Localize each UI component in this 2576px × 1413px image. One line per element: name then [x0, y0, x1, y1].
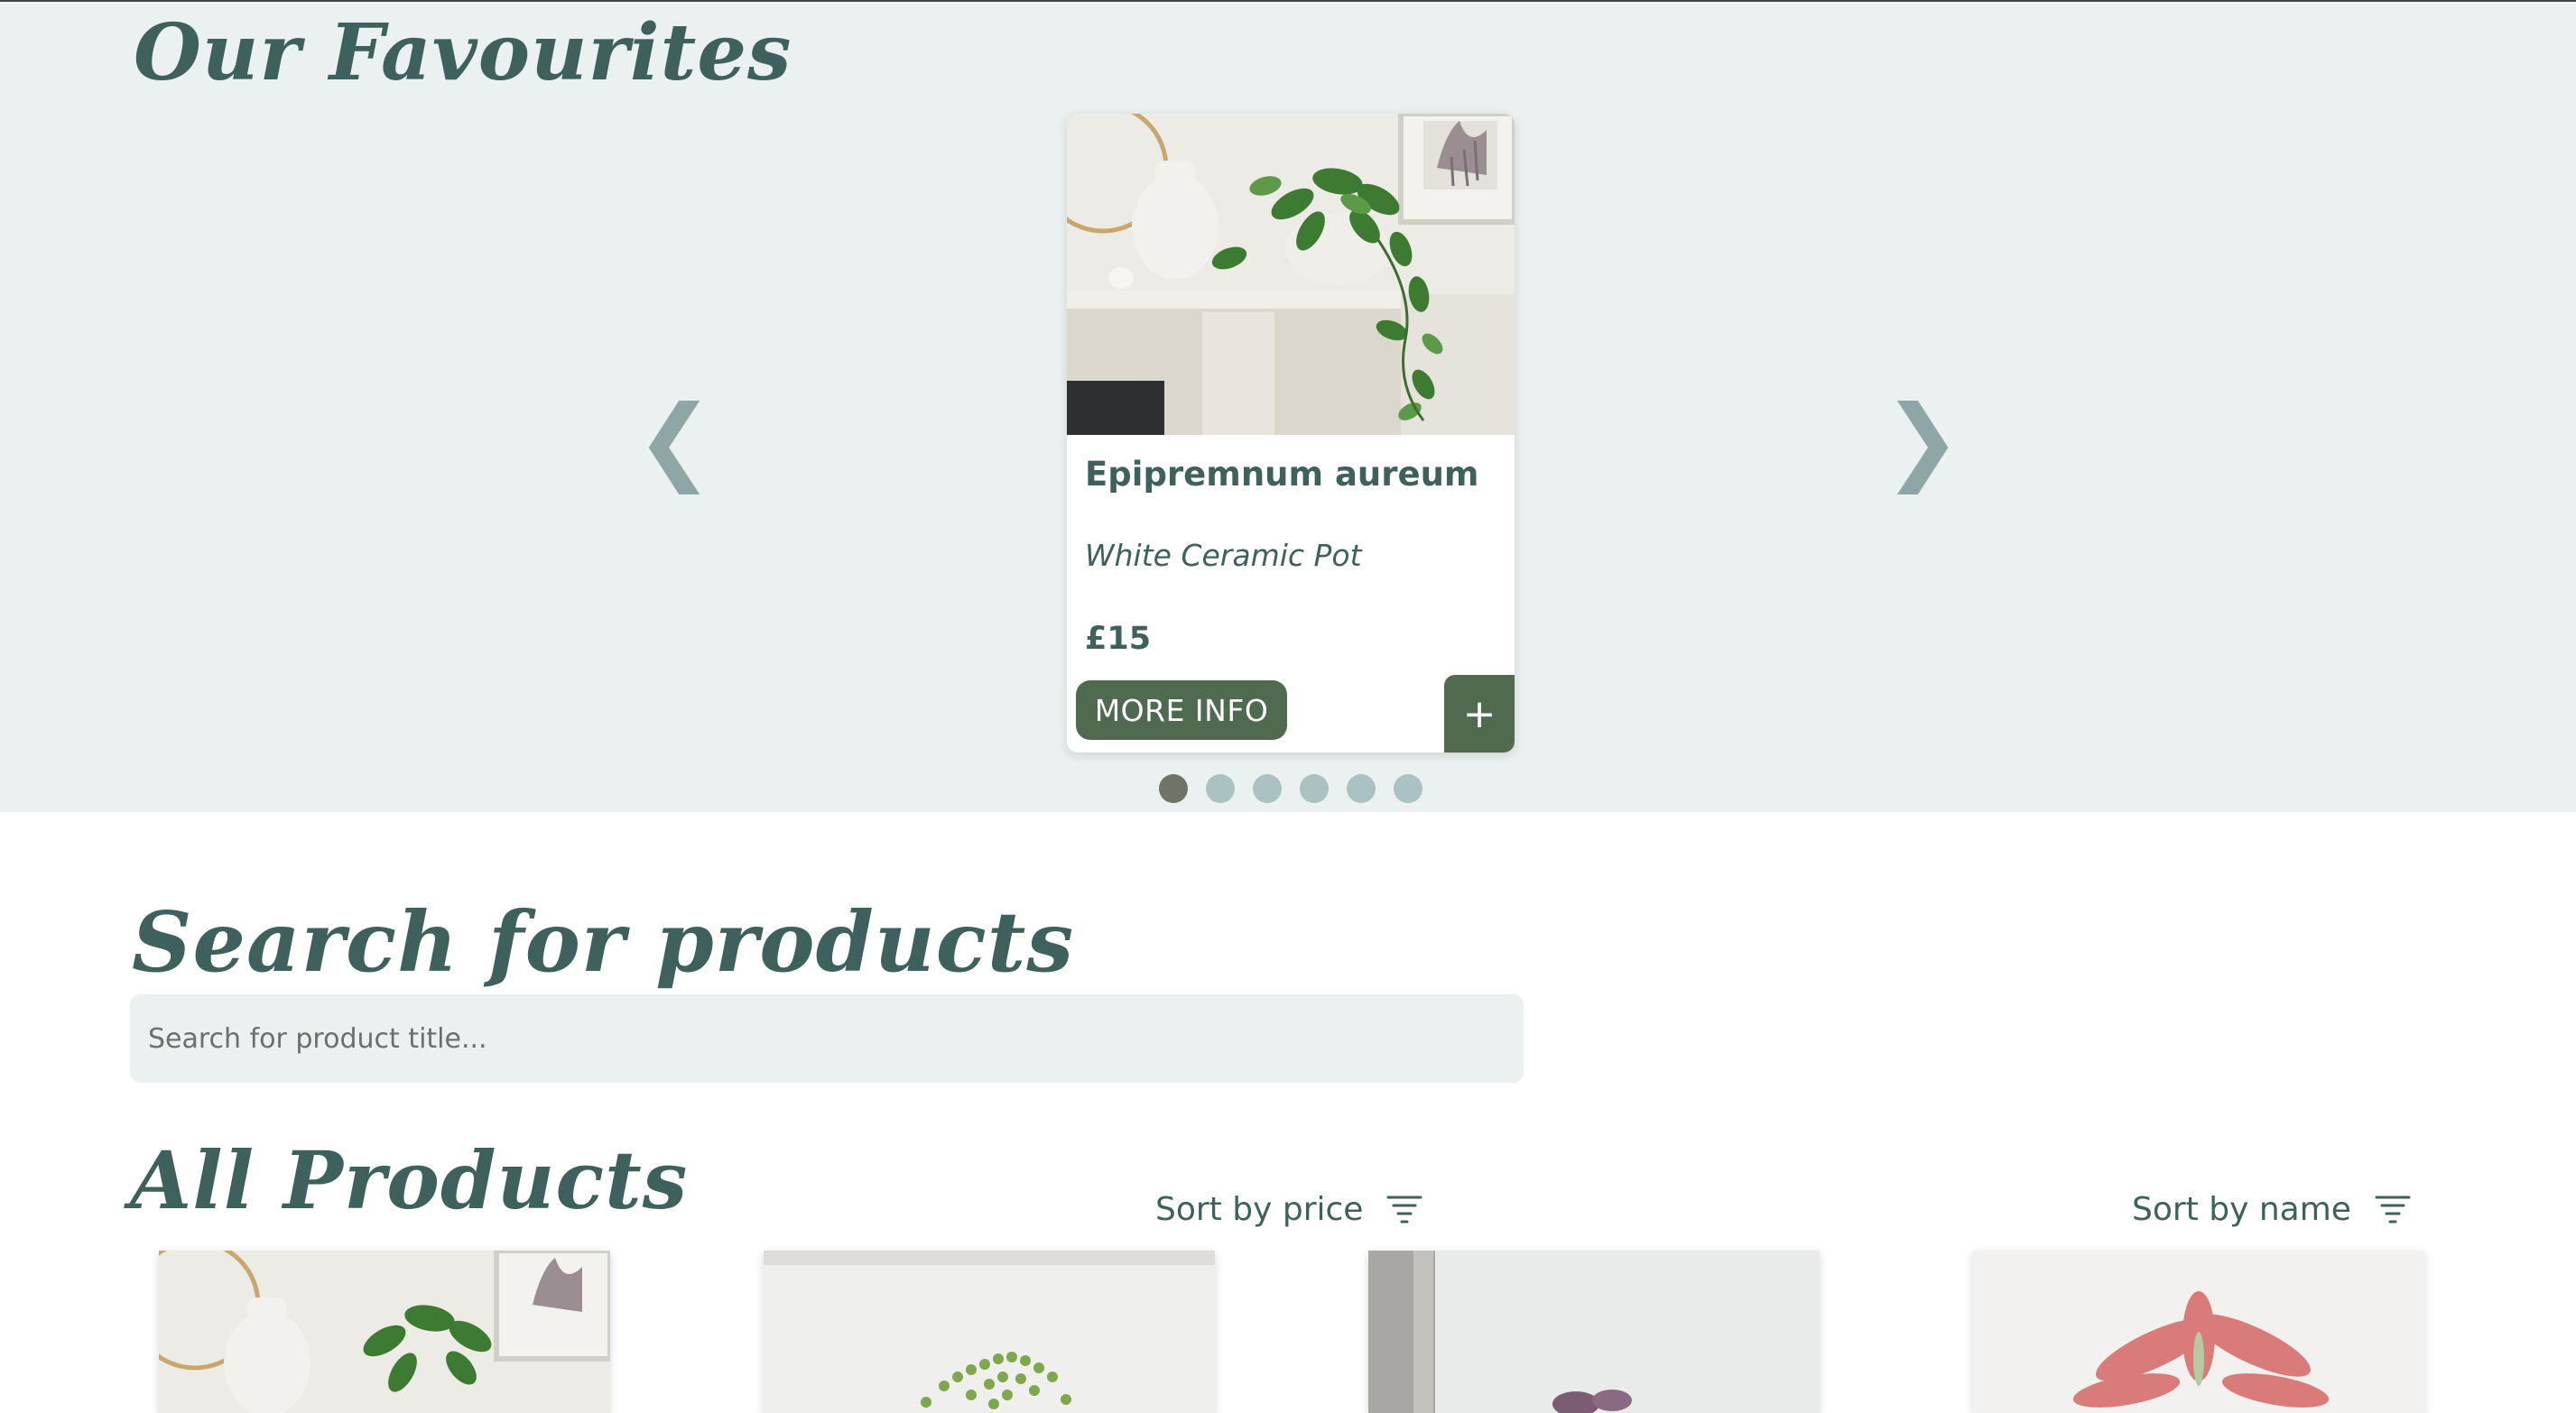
favourite-product-card[interactable]: Epipremnum aureum White Ceramic Pot £15 …	[1067, 114, 1515, 753]
product-name: Epipremnum aureum	[1085, 455, 1479, 494]
carousel-prev-arrow-icon[interactable]: ❮	[635, 392, 714, 486]
favourites-title: Our Favourites	[134, 7, 792, 98]
product-photo-pothos	[1067, 114, 1515, 435]
carousel-dot[interactable]	[1394, 774, 1422, 803]
carousel-dot[interactable]	[1300, 774, 1329, 803]
sort-by-price-control[interactable]: Sort by price	[1155, 1186, 1422, 1233]
product-photo-pothos	[159, 1251, 610, 1413]
product-photo-aglaonema	[1973, 1251, 2424, 1413]
more-info-button[interactable]: MORE INFO	[1076, 680, 1287, 740]
sort-by-name-label: Sort by name	[2132, 1190, 2351, 1228]
carousel-next-arrow-icon[interactable]: ❯	[1883, 392, 1961, 486]
carousel-dot[interactable]	[1206, 774, 1235, 803]
filter-icon	[2375, 1196, 2411, 1224]
product-card[interactable]	[1368, 1251, 1820, 1413]
product-card[interactable]	[1973, 1251, 2424, 1413]
product-card[interactable]	[764, 1251, 1215, 1413]
search-title: Search for products	[132, 893, 1075, 991]
product-pot: White Ceramic Pot	[1085, 538, 1362, 573]
product-price: £15	[1085, 621, 1152, 657]
carousel-dot[interactable]	[1347, 774, 1376, 803]
sort-by-name-control[interactable]: Sort by name	[2132, 1186, 2411, 1233]
add-to-cart-button[interactable]: +	[1444, 675, 1515, 753]
search-input[interactable]	[130, 994, 1524, 1083]
favourites-section: Our Favourites ❮ ❯ Epipremnum aureum Whi…	[0, 2, 2576, 812]
product-photo-fern	[764, 1251, 1215, 1413]
all-products-title: All Products	[130, 1133, 689, 1227]
product-photo-tradescantia	[1368, 1251, 1820, 1413]
filter-icon	[1386, 1196, 1422, 1224]
carousel-dot[interactable]	[1253, 774, 1282, 803]
product-card[interactable]	[159, 1251, 610, 1413]
sort-by-price-label: Sort by price	[1155, 1190, 1364, 1228]
carousel-dot[interactable]	[1159, 774, 1188, 803]
